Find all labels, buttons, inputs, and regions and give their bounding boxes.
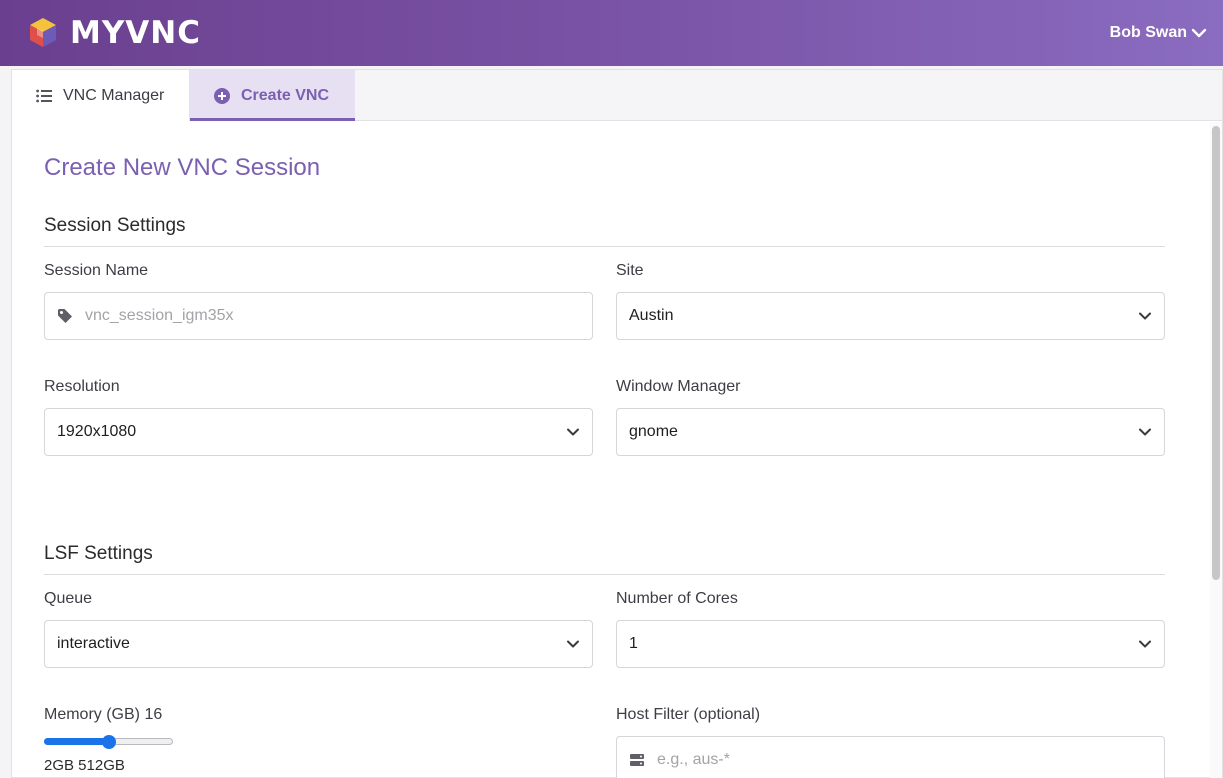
chevron-down-icon	[566, 637, 580, 651]
logo-icon	[26, 16, 60, 50]
resolution-value: 1920x1080	[57, 423, 137, 440]
site-select[interactable]: Austin	[616, 292, 1165, 340]
window-manager-select[interactable]: gnome	[616, 408, 1165, 456]
tab-label: Create VNC	[241, 86, 330, 104]
scrollbar-thumb[interactable]	[1212, 126, 1220, 580]
session-name-input[interactable]: vnc_session_igm35x	[44, 292, 593, 340]
brand[interactable]: MYVNC	[26, 15, 201, 51]
scrollbar[interactable]	[1210, 122, 1222, 778]
site-value: Austin	[629, 307, 674, 324]
queue-value: interactive	[57, 635, 130, 652]
app-name: MYVNC	[70, 15, 201, 51]
site-label: Site	[616, 262, 644, 279]
session-name-label: Session Name	[44, 262, 149, 279]
resolution-select[interactable]: 1920x1080	[44, 408, 593, 456]
host-filter-placeholder: e.g., aus-*	[657, 751, 730, 768]
form-scroll-area[interactable]: Create New VNC Session Session Settings …	[12, 122, 1222, 778]
memory-label: Memory (GB) 16	[44, 706, 163, 723]
resolution-label: Resolution	[44, 378, 120, 395]
window-manager-value: gnome	[629, 423, 678, 440]
window-manager-label: Window Manager	[616, 378, 741, 395]
cores-label: Number of Cores	[616, 590, 738, 607]
user-name: Bob Swan	[1109, 24, 1187, 41]
session-name-placeholder: vnc_session_igm35x	[85, 307, 234, 324]
memory-slider[interactable]	[44, 735, 173, 749]
section-title-session-settings: Session Settings	[44, 215, 1165, 247]
main-card: VNC Manager Create VNC Create New VNC Se…	[11, 69, 1223, 778]
host-filter-label: Host Filter (optional)	[616, 706, 761, 723]
cores-value: 1	[629, 635, 638, 652]
queue-select[interactable]: interactive	[44, 620, 593, 668]
tab-bar: VNC Manager Create VNC	[12, 70, 1222, 121]
tab-vnc-manager[interactable]: VNC Manager	[12, 70, 190, 121]
plus-circle-icon	[214, 87, 230, 104]
tab-create-vnc[interactable]: Create VNC	[190, 70, 355, 121]
slider-thumb[interactable]	[102, 735, 116, 749]
section-title-lsf-settings: LSF Settings	[44, 543, 1165, 575]
chevron-down-icon	[1138, 425, 1152, 439]
chevron-down-icon	[566, 425, 580, 439]
host-filter-input[interactable]: e.g., aus-*	[616, 736, 1165, 778]
tag-icon	[57, 308, 73, 324]
tab-label: VNC Manager	[63, 86, 165, 104]
list-icon	[36, 89, 52, 103]
chevron-down-icon	[1138, 309, 1152, 323]
chevron-down-icon	[1191, 25, 1207, 41]
slider-fill	[44, 738, 109, 745]
user-menu[interactable]: Bob Swan	[1110, 24, 1207, 42]
queue-label: Queue	[44, 590, 93, 607]
top-navbar: MYVNC Bob Swan	[0, 0, 1223, 66]
cores-select[interactable]: 1	[616, 620, 1165, 668]
memory-range: 2GB 512GB	[44, 757, 125, 774]
chevron-down-icon	[1138, 637, 1152, 651]
server-icon	[629, 752, 645, 768]
page-title: Create New VNC Session	[44, 154, 321, 181]
